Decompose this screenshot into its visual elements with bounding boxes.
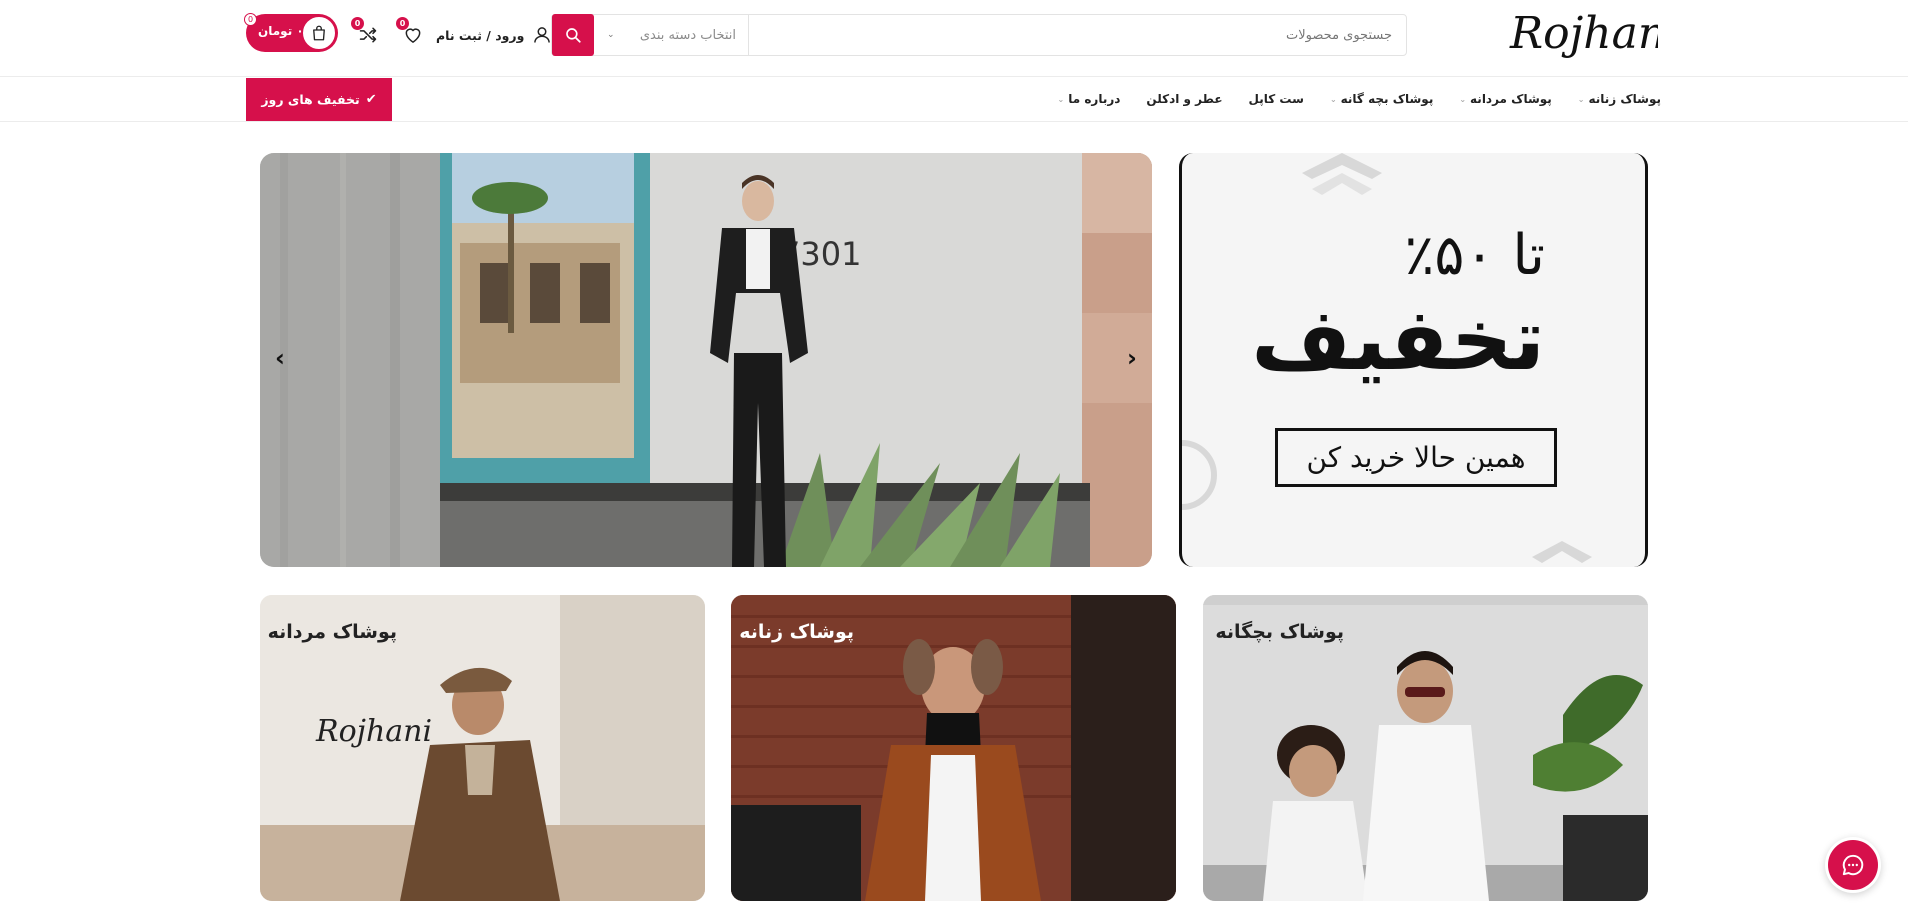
nav-item-about[interactable]: درباره ما ⌄ <box>1058 92 1121 106</box>
search-input[interactable] <box>746 15 1406 55</box>
daily-deals-label: تخفیف های روز <box>261 92 360 107</box>
category-watermark: Rojhani <box>315 714 432 749</box>
nav-item-men[interactable]: پوشاک مردانه ⌄ <box>1459 92 1551 106</box>
daily-deals-button[interactable]: ✔ تخفیف های روز <box>246 78 392 121</box>
site-logo[interactable]: Rojhani <box>1508 2 1680 68</box>
hero-image: 7301 <box>260 153 1152 567</box>
nav-menu: پوشاک زنانه ⌄ پوشاک مردانه ⌄ پوشاک بچه گ… <box>1058 77 1661 121</box>
chevron-left-icon: ‹ <box>275 344 285 372</box>
category-card-men[interactable]: Rojhani پوشاک مردانه <box>260 595 705 901</box>
category-select[interactable]: انتخاب دسته بندی ⌄ <box>595 15 749 55</box>
search-button[interactable] <box>552 14 594 56</box>
search-icon <box>566 28 581 43</box>
site-header: Rojhani انتخاب دسته بندی ⌄ ورود / ثبت نا… <box>0 0 1908 76</box>
nav-item-label: درباره ما <box>1068 92 1121 106</box>
compare-count-badge: 0 <box>351 17 364 30</box>
svg-text:Rojhani: Rojhani <box>1509 8 1658 59</box>
user-icon <box>534 27 551 43</box>
chat-support-button[interactable] <box>1825 837 1881 893</box>
category-select-label: انتخاب دسته بندی <box>639 27 736 43</box>
promo-discount-text: تا ۵۰٪ <box>1404 223 1545 288</box>
hero-slider[interactable]: 7301 ‹ › <box>260 153 1152 567</box>
nav-item-label: پوشاک بچه گانه <box>1340 92 1434 106</box>
nav-item-label: پوشاک مردانه <box>1470 92 1552 106</box>
nav-item-label: ست کاپل <box>1248 92 1304 106</box>
nav-item-perfume[interactable]: عطر و ادکلن <box>1146 92 1222 106</box>
shop-now-button[interactable]: همین حالا خرید کن <box>1275 428 1557 487</box>
wishlist-count-badge: 0 <box>396 17 409 30</box>
cart-button[interactable]: ۰ تومان 0 <box>244 13 338 52</box>
chevron-down-icon: ⌄ <box>1057 94 1065 104</box>
nav-item-label: عطر و ادکلن <box>1146 92 1223 106</box>
slider-prev-button[interactable]: ‹ <box>265 343 295 373</box>
logo-wordmark: Rojhani <box>1509 8 1680 59</box>
account-label: ورود / ثبت نام <box>436 27 525 43</box>
cart-count-badge: 0 <box>244 13 257 26</box>
category-card-women[interactable]: پوشاک زنانه <box>731 595 1176 901</box>
search-bar: انتخاب دسته بندی ⌄ <box>551 14 1407 56</box>
nav-item-couple-set[interactable]: ست کاپل <box>1249 92 1304 106</box>
nav-item-women[interactable]: پوشاک زنانه ⌄ <box>1578 92 1661 106</box>
main-navigation: پوشاک زنانه ⌄ پوشاک مردانه ⌄ پوشاک بچه گ… <box>0 76 1908 122</box>
wishlist-button[interactable]: 0 <box>396 17 426 48</box>
discount-banner[interactable]: تا ۵۰٪ تخفیف همین حالا خرید کن <box>1179 153 1648 567</box>
category-card-kids[interactable]: پوشاک بچگانه <box>1203 595 1648 901</box>
checkmark-icon: ✔ <box>365 92 377 107</box>
chevron-down-icon: ⌄ <box>1329 94 1337 104</box>
cart-total: ۰ تومان <box>258 24 304 38</box>
chevron-down-icon: ⌄ <box>607 30 615 40</box>
category-title: پوشاک بچگانه <box>1215 621 1344 643</box>
slider-next-button[interactable]: › <box>1117 343 1147 373</box>
compare-button[interactable]: 0 <box>351 17 381 48</box>
nav-item-label: پوشاک زنانه <box>1588 92 1661 106</box>
account-link[interactable]: ورود / ثبت نام <box>436 22 552 48</box>
category-title: پوشاک مردانه <box>267 621 397 643</box>
chevron-down-icon: ⌄ <box>1459 94 1467 104</box>
chat-button-inner <box>1828 840 1878 890</box>
chevron-down-icon: ⌄ <box>1577 94 1585 104</box>
nav-item-kids[interactable]: پوشاک بچه گانه ⌄ <box>1330 92 1433 106</box>
chevron-right-icon: › <box>1127 344 1137 372</box>
shopping-bag-icon <box>313 25 325 41</box>
cart-icon-wrap <box>301 15 337 51</box>
category-title: پوشاک زنانه <box>739 621 854 643</box>
promo-headline: تخفیف <box>1251 290 1545 390</box>
chat-bubble-icon <box>1842 854 1864 876</box>
